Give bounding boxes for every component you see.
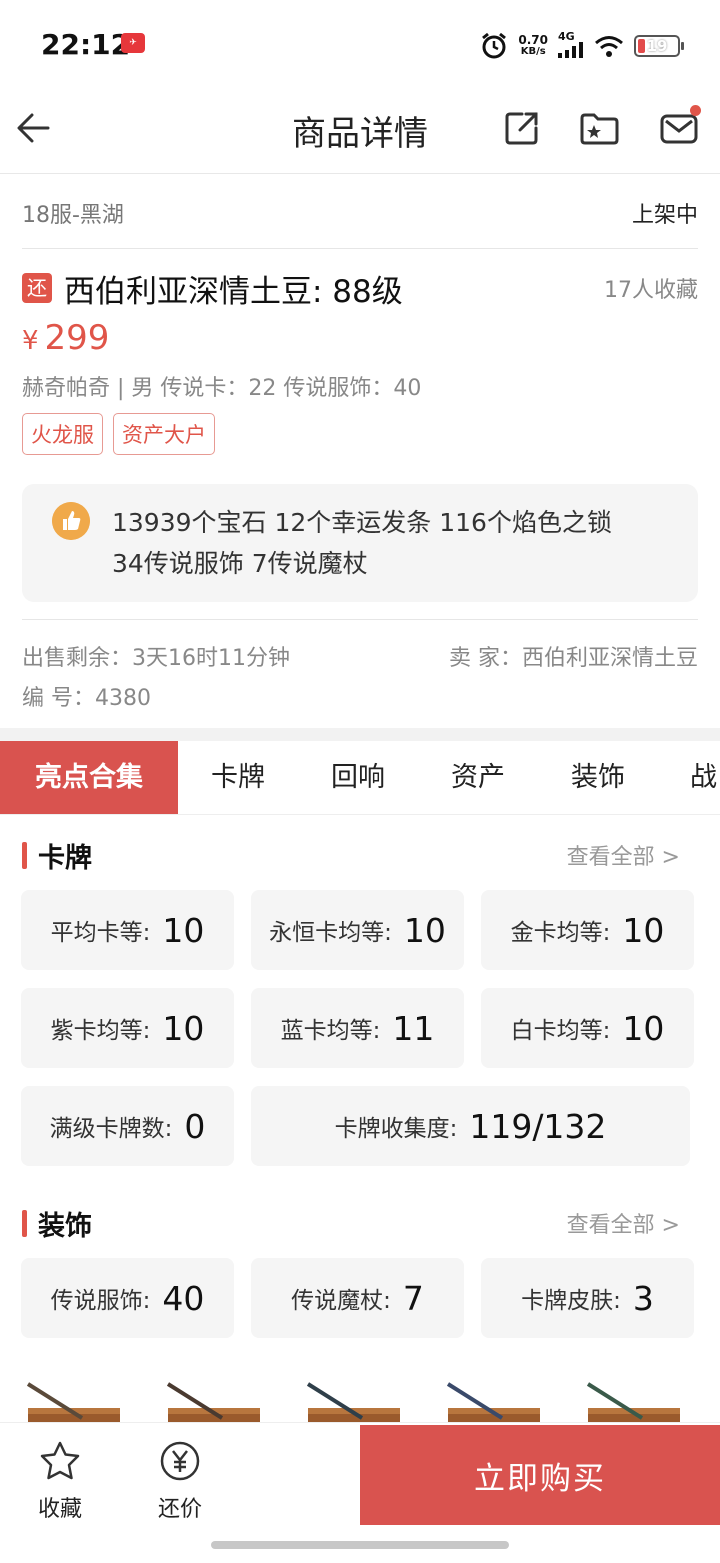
buy-now-button[interactable]: 立即购买 <box>360 1425 720 1525</box>
product-attributes: 赫奇帕奇 | 男 传说卡：22 传说服饰：40 <box>22 376 422 401</box>
tab-decor[interactable]: 装饰 <box>538 741 658 814</box>
section-marker <box>22 841 27 869</box>
listing-status: 上架中 <box>631 203 698 228</box>
notification-app-icon: ✈ <box>121 33 145 53</box>
price-value: 299 <box>44 318 110 358</box>
tab-echo[interactable]: 回响 <box>298 741 418 814</box>
bargain-button[interactable]: 还价 <box>140 1439 220 1523</box>
share-icon[interactable] <box>502 108 542 148</box>
stat-cell: 蓝卡均等: 11 <box>251 988 464 1068</box>
message-button[interactable] <box>659 105 701 148</box>
item-thumbnails <box>0 1370 720 1426</box>
tag: 资产大户 <box>113 413 215 455</box>
status-bar: 22:12 ✈ 0.70 KB/s 4G 19 <box>0 0 720 90</box>
stat-cell: 金卡均等: 10 <box>481 890 694 970</box>
tag: 火龙服 <box>22 413 103 455</box>
stat-cell: 卡牌皮肤: 3 <box>481 1258 694 1338</box>
star-icon <box>40 1441 80 1480</box>
section-marker <box>22 1209 27 1237</box>
stat-cell: 传说服饰: 40 <box>21 1258 234 1338</box>
wand-chest-image[interactable] <box>164 1378 262 1426</box>
favorite-folder-icon[interactable] <box>579 108 619 148</box>
server-name: 18服-黑湖 <box>22 203 124 228</box>
stat-cell: 卡牌收集度: 119/132 <box>251 1086 690 1166</box>
top-nav-bar: 商品详情 <box>0 90 720 174</box>
thumbs-up-icon <box>52 502 90 540</box>
favorite-count: 17人收藏 <box>604 278 698 303</box>
cards-section-header: 卡牌 查看全部 > <box>22 835 680 875</box>
decor-section-header: 装饰 查看全部 > <box>22 1203 680 1243</box>
alarm-icon <box>482 32 507 59</box>
wand-chest-image[interactable] <box>444 1378 542 1426</box>
product-title-row: 还 西伯利亚深情土豆: 88级 17人收藏 <box>22 266 698 310</box>
wand-chest-image[interactable] <box>304 1378 402 1426</box>
section-title: 装饰 <box>38 1210 92 1242</box>
stat-cell: 满级卡牌数: 0 <box>21 1086 234 1166</box>
bargain-badge: 还 <box>22 273 52 303</box>
divider <box>22 619 698 620</box>
yuan-coin-icon <box>160 1441 200 1481</box>
status-time: 22:12 <box>41 28 131 61</box>
category-tabs: 亮点合集 卡牌 回响 资产 装饰 战 <box>0 741 720 815</box>
stat-cell: 永恒卡均等: 10 <box>251 890 464 970</box>
view-all-link[interactable]: 查看全部 > <box>567 839 680 871</box>
favorite-label: 收藏 <box>37 1497 82 1522</box>
tab-highlights[interactable]: 亮点合集 <box>0 741 178 814</box>
tab-battle[interactable]: 战 <box>678 741 720 814</box>
status-icons: 0.70 KB/s 4G 19 <box>480 30 684 62</box>
tag-list: 火龙服 资产大户 <box>22 413 215 455</box>
unread-dot <box>690 105 701 116</box>
view-all-link[interactable]: 查看全部 > <box>567 1207 680 1239</box>
bargain-label: 还价 <box>157 1497 202 1522</box>
section-spacer <box>0 728 720 741</box>
currency-symbol: ¥ <box>22 326 39 356</box>
product-title: 西伯利亚深情土豆: 88级 <box>64 273 403 310</box>
wand-chest-image[interactable] <box>584 1378 682 1426</box>
wifi-icon <box>595 36 623 57</box>
stat-cell: 紫卡均等: 10 <box>21 988 234 1068</box>
stat-cell: 平均卡等: 10 <box>21 890 234 970</box>
sale-meta-row: 出售剩余：3天16时11分钟 卖 家：西伯利亚深情土豆 <box>22 640 698 672</box>
server-status-row: 18服-黑湖 上架中 <box>22 195 698 231</box>
tab-assets[interactable]: 资产 <box>418 741 538 814</box>
tab-cards[interactable]: 卡牌 <box>178 741 298 814</box>
stat-cell: 传说魔杖: 7 <box>251 1258 464 1338</box>
home-indicator[interactable] <box>211 1541 509 1549</box>
highlight-box: 13939个宝石 12个幸运发条 116个焰色之锁 34传说服饰 7传说魔杖 <box>22 484 698 602</box>
section-title: 卡牌 <box>38 842 92 874</box>
favorite-button[interactable]: 收藏 <box>20 1439 100 1523</box>
product-detail-page: 22:12 ✈ 0.70 KB/s 4G 19 商品详情 18服-黑湖 上架中 … <box>0 0 720 1563</box>
divider <box>22 248 698 249</box>
network-speed: 0.70 KB/s <box>518 33 548 57</box>
battery-icon: 19 <box>634 35 684 57</box>
wand-chest-image[interactable] <box>24 1378 122 1426</box>
stat-cell: 白卡均等: 10 <box>481 988 694 1068</box>
highlight-text: 13939个宝石 12个幸运发条 116个焰色之锁 34传说服饰 7传说魔杖 <box>112 508 612 578</box>
seller-name: 卖 家：西伯利亚深情土豆 <box>449 646 698 671</box>
price: ¥299 <box>22 318 109 358</box>
serial-number: 编 号：4380 <box>22 686 151 711</box>
time-remaining: 出售剩余：3天16时11分钟 <box>22 646 290 671</box>
battery-level: 19 <box>646 37 668 55</box>
cellular-icon: 4G <box>558 31 584 61</box>
